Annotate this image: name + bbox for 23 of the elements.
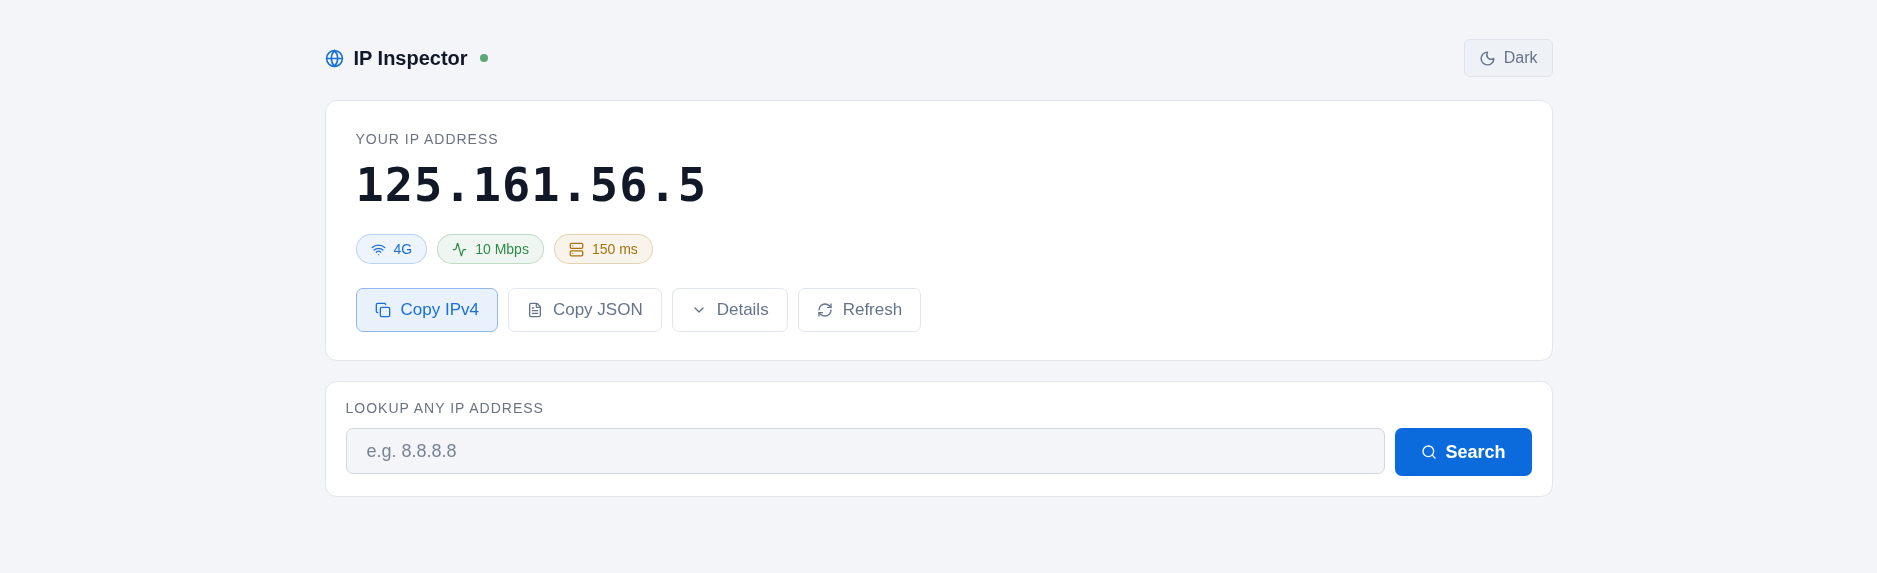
search-button[interactable]: Search — [1395, 428, 1532, 476]
pulse-icon — [452, 241, 468, 257]
section-label: LOOKUP ANY IP ADDRESS — [345, 400, 545, 416]
server-icon — [568, 241, 584, 257]
theme-toggle-button[interactable]: Dark — [1463, 39, 1553, 77]
copy-icon — [374, 302, 391, 318]
document-icon — [526, 302, 543, 318]
ip-address: 125.161.56.5 — [355, 157, 709, 212]
info-badge: 4G — [355, 234, 428, 264]
wifi-icon — [370, 241, 386, 257]
refresh-icon — [816, 302, 833, 318]
app-title: IP Inspector — [353, 46, 468, 70]
action-button[interactable]: Copy IPv4 — [355, 288, 498, 332]
info-badge: 150 ms — [553, 234, 653, 264]
info-badge: 10 Mbps — [437, 234, 544, 264]
search-icon — [1421, 444, 1438, 460]
ip-input-field[interactable]: e.g. 8.8.8.8 — [345, 428, 1386, 474]
action-button[interactable]: Details — [671, 288, 788, 332]
section-label: YOUR IP ADDRESS — [355, 131, 500, 147]
action-button[interactable]: Refresh — [797, 288, 922, 332]
action-button[interactable]: Copy JSON — [507, 288, 662, 332]
moon-icon — [1478, 49, 1496, 67]
globe-icon — [324, 48, 344, 68]
